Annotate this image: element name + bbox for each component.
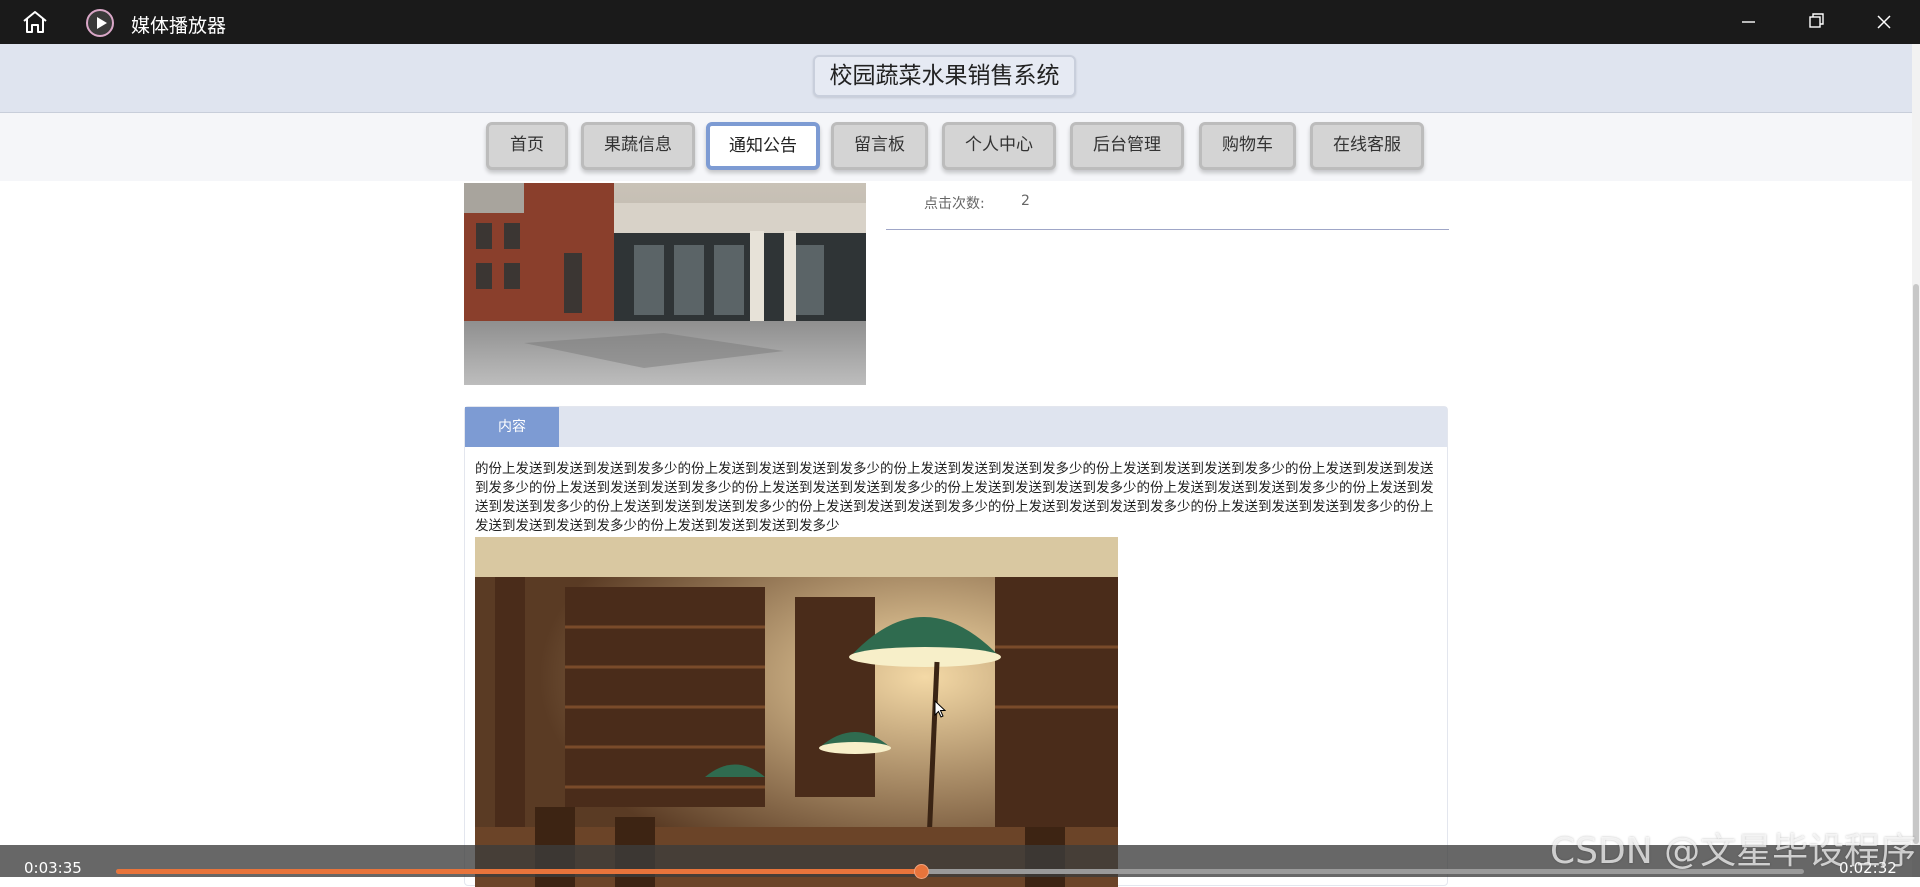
mouse-cursor-icon (934, 700, 946, 718)
scrollbar-thumb[interactable] (1913, 284, 1919, 844)
csdn-watermark: CSDN @文星毕设程序 (1550, 831, 1917, 872)
site-title: 校园蔬菜水果销售系统 (813, 55, 1076, 97)
nav-customer-service[interactable]: 在线客服 (1310, 122, 1424, 170)
click-count-label: 点击次数: (924, 196, 985, 212)
content-panel: 内容 的份上发送到发送到发送到发多少的份上发送到发送到发送到发多少的份上发送到发… (464, 406, 1448, 887)
close-icon[interactable] (1864, 8, 1904, 36)
current-time: 0:03:35 (24, 859, 82, 877)
web-page: 校园蔬菜水果销售系统 首页 果蔬信息 通知公告 留言板 个人中心 后台管理 购物… (0, 44, 1920, 887)
nav-personal-center[interactable]: 个人中心 (942, 122, 1056, 170)
tab-content[interactable]: 内容 (465, 407, 559, 447)
main-nav: 首页 果蔬信息 通知公告 留言板 个人中心 后台管理 购物车 在线客服 (0, 113, 1912, 181)
window-title: 媒体播放器 (131, 15, 227, 37)
nav-produce-info[interactable]: 果蔬信息 (581, 122, 695, 170)
nav-home[interactable]: 首页 (486, 122, 568, 170)
maximize-icon[interactable] (1796, 8, 1836, 36)
library-image (475, 537, 1118, 887)
content-panel-header: 内容 (465, 407, 1447, 447)
nav-announcements[interactable]: 通知公告 (706, 122, 820, 170)
window-titlebar: 媒体播放器 (0, 0, 1920, 44)
home-icon[interactable] (20, 9, 50, 35)
media-player-icon (86, 9, 114, 37)
nav-admin[interactable]: 后台管理 (1070, 122, 1184, 170)
minimize-icon[interactable] (1728, 8, 1768, 36)
seek-bar-fill (116, 869, 922, 874)
click-count-value: 2 (1021, 193, 1030, 209)
site-header: 校园蔬菜水果销售系统 (0, 44, 1912, 113)
nav-cart[interactable]: 购物车 (1199, 122, 1296, 170)
info-divider (886, 229, 1449, 230)
announcement-cover-image (464, 183, 866, 385)
nav-message-board[interactable]: 留言板 (831, 122, 928, 170)
announcement-body: 的份上发送到发送到发送到发多少的份上发送到发送到发送到发多少的份上发送到发送到发… (475, 461, 1434, 534)
